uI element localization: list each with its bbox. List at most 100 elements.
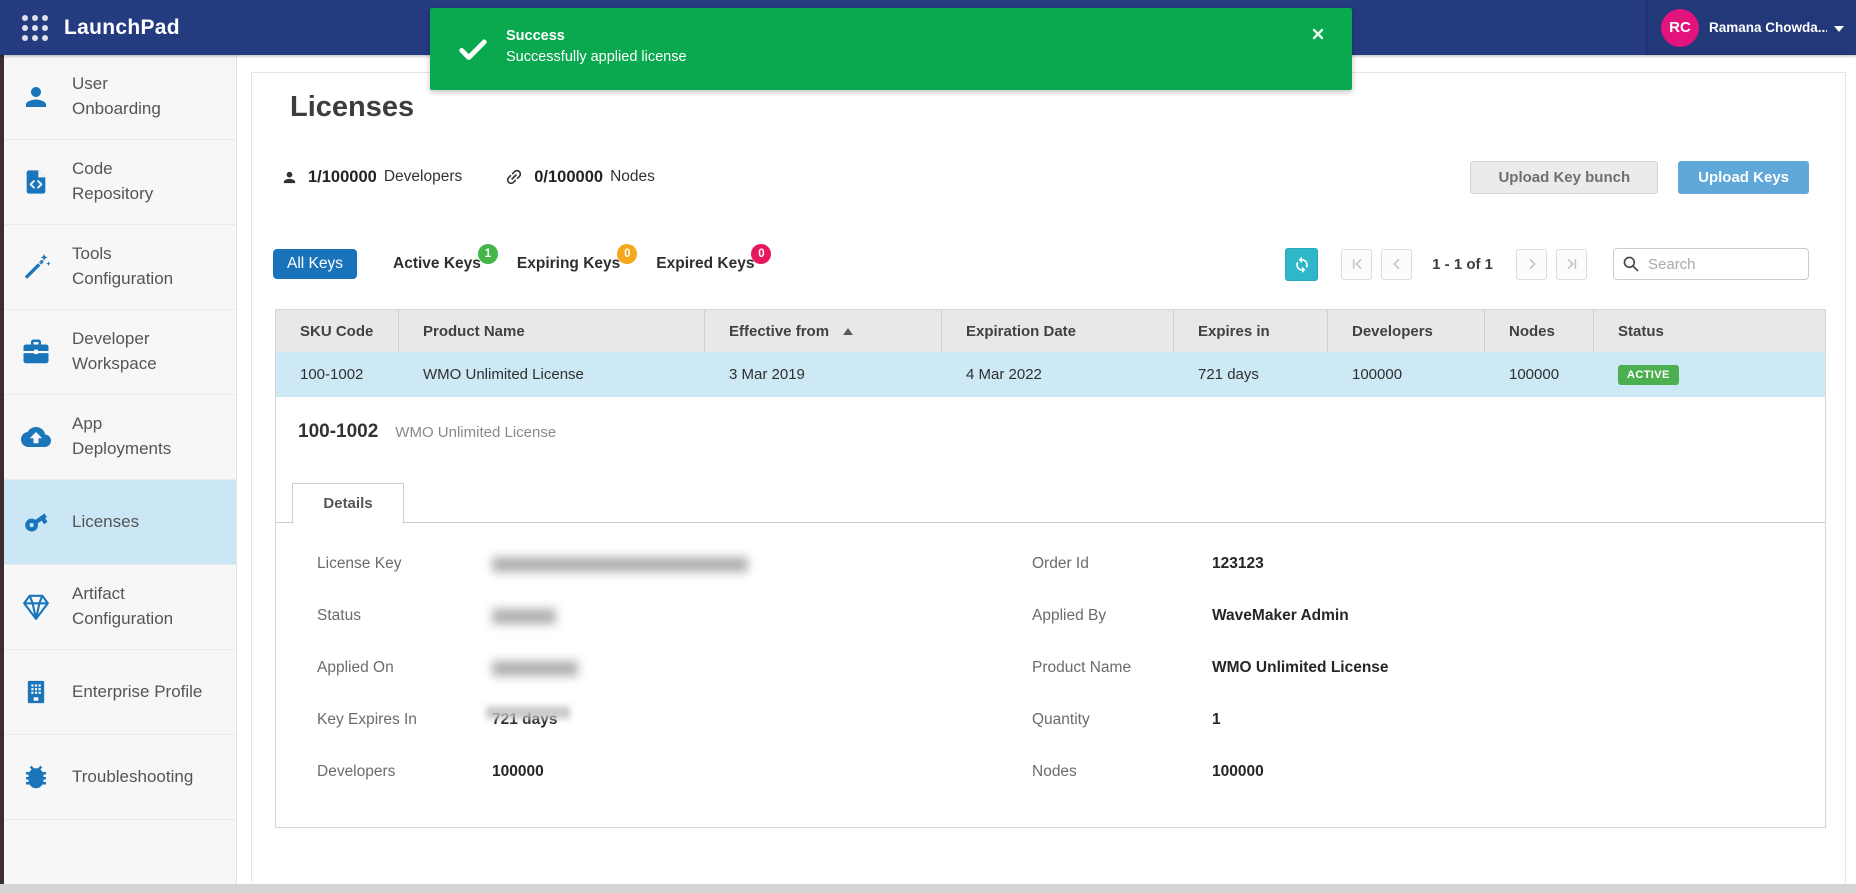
horizontal-scrollbar[interactable] — [0, 884, 1856, 893]
sidebar-item-label: Code Repository — [72, 157, 190, 206]
column-header-sku-code[interactable]: SKU Code — [276, 310, 399, 352]
column-header-developers[interactable]: Developers — [1328, 310, 1485, 352]
nodes-count: 0/100000 — [534, 168, 603, 187]
app-title: LaunchPad — [64, 16, 180, 40]
cell-effective-from: 3 Mar 2019 — [705, 352, 942, 397]
redacted-status — [492, 609, 556, 624]
detail-product: WMO Unlimited License — [395, 424, 556, 441]
redacted-applied-on — [492, 661, 578, 676]
sidebar-item-label: User Onboarding — [72, 72, 190, 121]
sidebar-item-licenses[interactable]: Licenses — [4, 480, 236, 565]
previous-page-button[interactable] — [1381, 249, 1412, 280]
sidebar-item-label: Troubleshooting — [72, 765, 193, 790]
page-title: Licenses — [290, 91, 414, 124]
field-value: 100000 — [1212, 763, 1264, 781]
field-value: 1 — [1212, 711, 1221, 729]
field-label: Applied On — [317, 659, 492, 677]
field-value: WaveMaker Admin — [1212, 607, 1349, 625]
cell-expires-in: 721 days — [1174, 352, 1328, 397]
pagination-status: 1 - 1 of 1 — [1432, 256, 1493, 273]
license-stats: 1/100000 Developers 0/100000 Nodes — [281, 167, 655, 187]
apps-grid-icon[interactable] — [22, 15, 48, 41]
licenses-table: SKU Code Product Name Effective from Exp… — [275, 309, 1826, 828]
sidebar-item-label: Licenses — [72, 510, 139, 535]
key-filter-tabs: All Keys Active Keys 1 Expiring Keys 0 E… — [273, 247, 754, 281]
column-header-status[interactable]: Status — [1594, 310, 1825, 352]
sidebar-item-developer-workspace[interactable]: Developer Workspace — [4, 310, 236, 395]
sidebar-item-enterprise-profile[interactable]: Enterprise Profile — [4, 650, 236, 735]
diamond-icon — [20, 591, 52, 623]
user-menu[interactable]: RC Ramana Chowda... — [1646, 0, 1856, 55]
toast-message: Successfully applied license — [506, 49, 687, 65]
developers-count: 1/100000 — [308, 168, 377, 187]
briefcase-icon — [20, 336, 52, 368]
status-badge: ACTIVE — [1618, 365, 1679, 385]
field-label: Product Name — [1032, 659, 1212, 677]
field-label: License Key — [317, 555, 492, 573]
column-header-expires-in[interactable]: Expires in — [1174, 310, 1328, 352]
user-name: Ramana Chowda... — [1709, 20, 1827, 35]
sidebar-item-troubleshooting[interactable]: Troubleshooting — [4, 735, 236, 820]
last-page-button[interactable] — [1556, 249, 1587, 280]
cloud-upload-icon — [20, 421, 52, 453]
field-label: Applied By — [1032, 607, 1212, 625]
sidebar-item-app-deployments[interactable]: App Deployments — [4, 395, 236, 480]
refresh-button[interactable] — [1285, 248, 1318, 281]
field-value: WMO Unlimited License — [1212, 659, 1389, 677]
redacted-license-key — [492, 557, 748, 572]
search-input[interactable] — [1613, 248, 1809, 280]
sidebar-item-tools-configuration[interactable]: Tools Configuration — [4, 225, 236, 310]
sidebar: User Onboarding Code Repository Tools Co… — [4, 55, 237, 884]
bug-icon — [20, 761, 52, 793]
cell-developers: 100000 — [1328, 352, 1485, 397]
link-icon — [504, 167, 524, 187]
code-file-icon — [20, 166, 52, 198]
cell-product-name: WMO Unlimited License — [399, 352, 705, 397]
field-label: Order Id — [1032, 555, 1212, 573]
cell-sku-code: 100-1002 — [276, 352, 399, 397]
sidebar-item-label: Tools Configuration — [72, 242, 190, 291]
column-header-nodes[interactable]: Nodes — [1485, 310, 1594, 352]
detail-fields-right: Order Id 123123 Applied By WaveMaker Adm… — [1032, 538, 1389, 798]
first-page-button[interactable] — [1341, 249, 1372, 280]
key-icon — [20, 506, 52, 538]
user-icon — [20, 81, 52, 113]
search-icon — [1622, 255, 1640, 278]
check-icon — [456, 32, 490, 71]
table-row[interactable]: 100-1002 WMO Unlimited License 3 Mar 201… — [276, 352, 1825, 397]
sidebar-item-label: Developer Workspace — [72, 327, 190, 376]
field-label: Developers — [317, 763, 492, 781]
building-icon — [20, 676, 52, 708]
tab-expiring-keys[interactable]: Expiring Keys 0 — [517, 255, 620, 273]
tab-expired-keys[interactable]: Expired Keys 0 — [656, 255, 754, 273]
nodes-label: Nodes — [610, 168, 655, 186]
developers-label: Developers — [384, 168, 462, 186]
upload-key-bunch-button[interactable]: Upload Key bunch — [1470, 161, 1658, 194]
tab-all-keys[interactable]: All Keys — [273, 249, 357, 279]
refresh-icon — [1292, 254, 1312, 274]
column-header-product-name[interactable]: Product Name — [399, 310, 705, 352]
main-content: Licenses 1/100000 Developers 0/100000 No… — [251, 72, 1846, 883]
upload-keys-button[interactable]: Upload Keys — [1678, 161, 1809, 194]
window-left-edge — [0, 55, 4, 884]
detail-tabstrip: Details — [276, 483, 1825, 523]
table-header-row: SKU Code Product Name Effective from Exp… — [276, 310, 1825, 352]
tab-active-keys[interactable]: Active Keys 1 — [393, 255, 481, 273]
sidebar-item-label: Artifact Configuration — [72, 582, 190, 631]
column-header-effective-from[interactable]: Effective from — [705, 310, 942, 352]
avatar[interactable]: RC — [1661, 9, 1699, 47]
next-page-button[interactable] — [1516, 249, 1547, 280]
success-toast: Success Successfully applied license — [430, 8, 1352, 90]
magic-wand-icon — [20, 251, 52, 283]
active-keys-badge: 1 — [478, 244, 498, 264]
sidebar-item-artifact-configuration[interactable]: Artifact Configuration — [4, 565, 236, 650]
person-icon — [281, 169, 298, 186]
field-value: 100000 — [492, 763, 544, 781]
close-icon[interactable] — [1310, 26, 1326, 47]
column-header-expiration-date[interactable]: Expiration Date — [942, 310, 1174, 352]
field-label: Status — [317, 607, 492, 625]
sidebar-item-user-onboarding[interactable]: User Onboarding — [4, 55, 236, 140]
chevron-down-icon — [1834, 26, 1844, 32]
tab-details[interactable]: Details — [292, 483, 404, 524]
sidebar-item-code-repository[interactable]: Code Repository — [4, 140, 236, 225]
